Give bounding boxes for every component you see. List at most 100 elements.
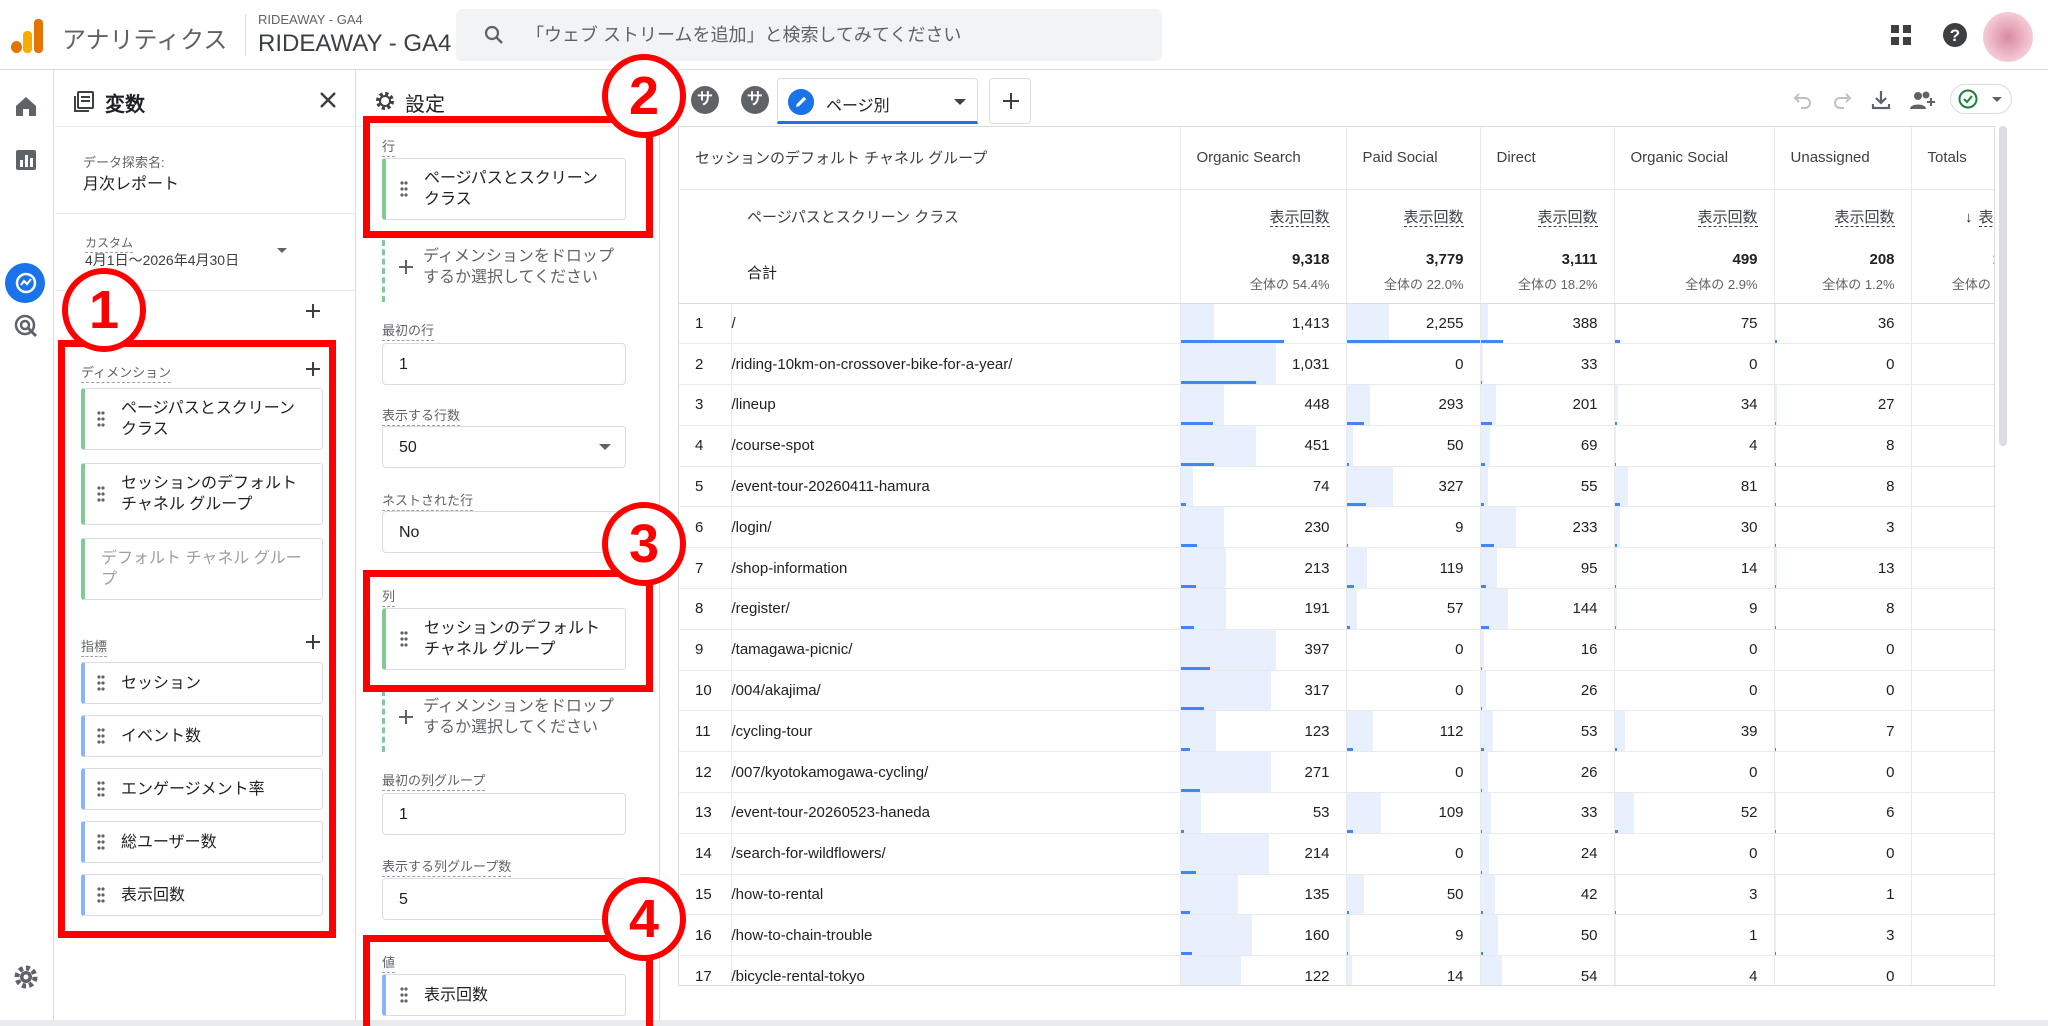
value-cell: 122 [1180, 955, 1347, 985]
columns-drop-zone[interactable]: ディメンションをドロップするか選択してください [382, 690, 626, 752]
metric-header[interactable]: 表示回数 [1480, 189, 1615, 243]
first-col-group-input[interactable]: 1 [382, 793, 626, 835]
table-row[interactable]: 16/how-to-chain-trouble 160 9 50 1 3 223 [679, 914, 1994, 957]
metric-header[interactable]: 表示回数 [1614, 189, 1775, 243]
rows-drop-zone[interactable]: ディメンションをドロップするか選択してください [382, 240, 626, 302]
page-path-cell[interactable]: /login/ [731, 506, 1181, 549]
page-path-cell[interactable]: / [731, 303, 1181, 345]
cell-value: 0 [1749, 845, 1758, 863]
cell-value: 75 [1740, 314, 1758, 332]
metric-header[interactable]: 表示回数 [1346, 189, 1481, 243]
first-row-input[interactable]: 1 [382, 343, 626, 385]
show-rows-value: 50 [399, 439, 417, 456]
home-icon[interactable] [12, 92, 40, 120]
date-range[interactable]: 4月1日～2026年4月30日 [85, 250, 239, 270]
property-name[interactable]: RIDEAWAY - GA4 [258, 30, 451, 58]
gear-icon[interactable] [12, 963, 40, 991]
table-row[interactable]: 13/event-tour-20260523-haneda 53 109 33 52 62… [679, 792, 1994, 834]
add-segment-icon[interactable] [304, 302, 322, 320]
scrollbar-thumb[interactable] [1999, 126, 2007, 446]
table-row[interactable]: 15/how-to-rental 135 50 42 3 1 232 [679, 874, 1994, 916]
page-path-cell[interactable]: /course-spot [731, 425, 1181, 467]
table-row[interactable]: 12/007/kyotokamogawa-cycling/271 0 26 0 0 297 [679, 751, 1994, 794]
analytics-logo-icon[interactable] [10, 17, 44, 53]
cell-value: 109 [1438, 804, 1464, 822]
page-path-cell[interactable]: /bicycle-rental-tokyo [731, 955, 1181, 985]
page-path-cell[interactable]: /register/ [731, 588, 1181, 630]
page-path-cell[interactable]: /how-to-rental [731, 874, 1181, 916]
page-path-cell[interactable]: /search-for-wildflowers/ [731, 833, 1181, 875]
value-cell: 297 [1911, 751, 1994, 794]
page-path-cell[interactable]: /event-tour-20260411-hamura [731, 466, 1181, 508]
value-bar-background [1480, 303, 1488, 344]
show-col-groups-select[interactable]: 5 [382, 878, 626, 920]
page-path-cell[interactable]: /event-tour-20260523-haneda [731, 792, 1181, 834]
table-row[interactable]: 11/cycling-tour 123 112 53 39 7 339 [679, 710, 1994, 753]
table-row[interactable]: 14/search-for-wildflowers/214 0 24 0 0 239 [679, 833, 1994, 875]
column-header[interactable]: Organic Search [1180, 127, 1347, 190]
column-header[interactable]: Direct [1480, 127, 1615, 190]
page-path-cell[interactable]: /007/kyotokamogawa-cycling/ [731, 751, 1181, 794]
exploration-name[interactable]: 月次レポート [83, 170, 179, 194]
share-users-icon[interactable] [1909, 88, 1937, 112]
table-row[interactable]: 9/tamagawa-picnic/397 0 16 0 0 413 [679, 629, 1994, 671]
value-bar-background [1180, 344, 1276, 385]
search-input[interactable] [526, 9, 1146, 61]
table-row[interactable]: 7/shop-information 213 119 95 14 13 459 [679, 547, 1994, 590]
metric-header[interactable]: 表示回数 [1180, 189, 1347, 243]
page-path-cell[interactable]: /riding-10km-on-crossover-bike-for-a-yea… [731, 343, 1181, 386]
column-header[interactable]: Unassigned [1774, 127, 1912, 190]
vertical-scrollbar[interactable] [1997, 126, 2009, 986]
table-row[interactable]: 2/riding-10km-on-crossover-bike-for-a-ye… [679, 343, 1994, 386]
add-tab-button[interactable] [989, 78, 1031, 124]
table-row[interactable]: 17/bicycle-rental-tokyo 122 14 54 4 0 200 [679, 955, 1994, 985]
table-row[interactable]: 5/event-tour-20260411-hamura 74 327 55 81 8 56… [679, 466, 1994, 508]
search-bar[interactable] [456, 9, 1162, 61]
metric-header[interactable]: 表示回数 [1774, 189, 1912, 243]
help-icon[interactable]: ? [1942, 22, 1968, 48]
redo-icon[interactable] [1830, 88, 1854, 112]
page-path-cell[interactable]: /tamagawa-picnic/ [731, 629, 1181, 671]
row-dimension-header[interactable]: ページパスとスクリーン クラス [679, 189, 1181, 243]
app-title[interactable]: アナリティクス [62, 20, 227, 55]
value-bar-background [1480, 466, 1489, 507]
table-row[interactable]: 6/login/230 9 233 30 3 523 [679, 506, 1994, 549]
value-bar-background [1180, 752, 1271, 793]
avatar[interactable] [1983, 12, 2033, 62]
value-cell: 34 [1614, 384, 1775, 426]
table-row[interactable]: 4/course-spot 451 50 69 4 8 588 [679, 425, 1994, 467]
column-header[interactable]: Paid Social [1346, 127, 1481, 190]
page-path-cell[interactable]: /how-to-chain-trouble [731, 914, 1181, 957]
chevron-down-icon[interactable] [277, 248, 287, 253]
reports-icon[interactable] [12, 146, 40, 174]
advertising-icon[interactable] [12, 312, 40, 340]
download-icon[interactable] [1869, 88, 1893, 112]
page-path-cell[interactable]: /cycling-tour [731, 710, 1181, 753]
close-icon[interactable] [318, 90, 338, 110]
show-rows-select[interactable]: 50 [382, 426, 626, 468]
account-name[interactable]: RIDEAWAY - GA4 [258, 12, 363, 27]
undo-icon[interactable] [1791, 88, 1815, 112]
page-path-cell[interactable]: /lineup [731, 384, 1181, 426]
apps-grid-icon[interactable] [1890, 24, 1912, 46]
explore-icon[interactable] [12, 269, 40, 297]
column-header[interactable]: Organic Social [1614, 127, 1775, 190]
drop-text: ディメンションをドロップするか選択してください [423, 698, 614, 736]
tab-page-by[interactable]: ページ別 [777, 78, 978, 124]
horizontal-scrollbar[interactable] [0, 1020, 2048, 1026]
metric-header[interactable]: ↓ 表示回数 [1911, 189, 1994, 243]
table-row[interactable]: 8/register/191 57 144 9 8 416 [679, 588, 1994, 630]
status-check-button[interactable] [1950, 84, 2012, 114]
tab-1[interactable]: サ [691, 86, 719, 114]
page-path-cell[interactable]: /004/akajima/ [731, 670, 1181, 712]
page-path-cell[interactable]: /shop-information [731, 547, 1181, 590]
chevron-down-icon[interactable] [954, 99, 966, 105]
column-header[interactable]: Totals [1911, 127, 1994, 190]
table-row[interactable]: 10/004/akajima/317 0 26 0 0 347 [679, 670, 1994, 712]
table-row[interactable]: 1/ 1,413 2,255 388 75 36 4,217 [679, 303, 1994, 345]
cell-value: 69 [1580, 437, 1598, 455]
cell-value: 30 [1740, 518, 1758, 536]
nested-rows-select[interactable]: No [382, 511, 626, 553]
tab-2[interactable]: サ [741, 86, 769, 114]
table-row[interactable]: 3/lineup 448 293 201 34 27 1,017 [679, 384, 1994, 426]
